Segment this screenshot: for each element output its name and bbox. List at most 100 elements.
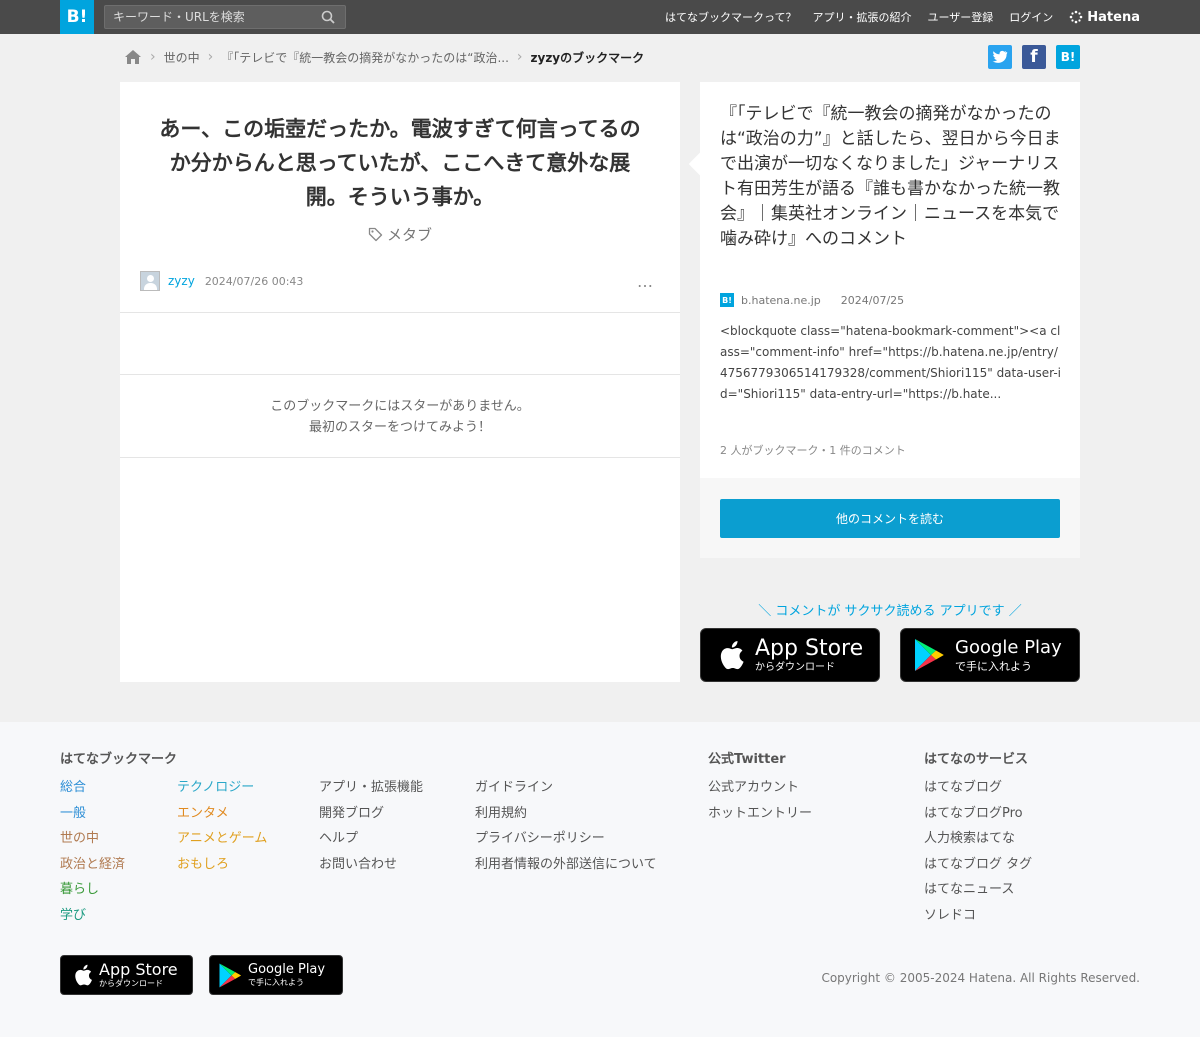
chevron-right-icon: › bbox=[150, 49, 156, 65]
app-store-title: App Store bbox=[99, 960, 178, 979]
nav-about[interactable]: はてなブックマークって？ bbox=[665, 9, 796, 25]
divider bbox=[120, 312, 680, 313]
breadcrumb-entry[interactable]: 『「テレビで『統一教会の摘発がなかったのは“政治... bbox=[221, 49, 509, 66]
breadcrumb: › 世の中 › 『「テレビで『統一教会の摘発がなかったのは“政治... › zy… bbox=[124, 45, 644, 69]
footer-link[interactable]: ソレドコ bbox=[924, 903, 1032, 929]
footer-category-link[interactable]: 学び bbox=[60, 903, 125, 929]
google-play-subtitle: で手に入れよう bbox=[248, 978, 304, 987]
breadcrumb-category[interactable]: 世の中 bbox=[164, 49, 200, 66]
avatar[interactable] bbox=[140, 271, 160, 291]
google-play-icon bbox=[219, 963, 241, 987]
breadcrumb-current: zyzyのブックマーク bbox=[530, 50, 645, 65]
hatena-dots-icon bbox=[1069, 10, 1083, 24]
app-store-subtitle: からダウンロード bbox=[99, 979, 163, 988]
apple-icon bbox=[75, 964, 92, 986]
divider bbox=[120, 457, 680, 458]
footer-link[interactable]: 利用規約 bbox=[475, 801, 657, 827]
footer-category-link[interactable]: 総合 bbox=[60, 775, 125, 801]
footer-link[interactable]: ホットエントリー bbox=[708, 801, 812, 827]
footer-link[interactable]: ガイドライン bbox=[475, 775, 657, 801]
google-play-badge[interactable]: Google Play で手に入れよう bbox=[900, 628, 1080, 682]
footer-bookmark-heading: はてなブックマーク bbox=[60, 752, 178, 767]
footer-category-link[interactable]: 世の中 bbox=[60, 826, 125, 852]
app-store-badge[interactable]: App Store からダウンロード bbox=[700, 628, 880, 682]
footer-category-link[interactable]: エンタメ bbox=[177, 801, 267, 827]
app-store-text: App Store からダウンロード bbox=[755, 635, 864, 673]
twitter-share-button[interactable] bbox=[988, 45, 1012, 69]
google-play-title: Google Play bbox=[248, 962, 326, 977]
footer-link[interactable]: プライバシーポリシー bbox=[475, 826, 657, 852]
google-play-text: Google Play で手に入れよう bbox=[955, 636, 1062, 672]
footer-link[interactable]: 開発ブログ bbox=[319, 801, 423, 827]
nav-register[interactable]: ユーザー登録 bbox=[928, 9, 994, 25]
header-nav: はてなブックマークって？ アプリ・拡張の紹介 ユーザー登録 ログイン Haten… bbox=[665, 0, 1140, 34]
search-input[interactable] bbox=[105, 6, 315, 28]
google-play-title: Google Play bbox=[955, 636, 1062, 658]
footer-link[interactable]: はてなブログ タグ bbox=[924, 852, 1032, 878]
search-icon[interactable] bbox=[321, 10, 335, 24]
divider bbox=[120, 374, 680, 375]
entry-site: B! b.hatena.ne.jp 2024/07/25 bbox=[720, 293, 904, 307]
footer-category-link[interactable]: 政治と経済 bbox=[60, 852, 125, 878]
footer-services-links: はてなブログ はてなブログPro 人力検索はてな はてなブログ タグ はてなニュ… bbox=[924, 775, 1032, 929]
bookmark-tag[interactable]: メタブ bbox=[120, 224, 680, 245]
app-store-title: App Store bbox=[755, 635, 864, 661]
more-menu-icon[interactable]: … bbox=[637, 272, 660, 291]
search-box bbox=[104, 5, 346, 29]
footer-category-link[interactable]: テクノロジー bbox=[177, 775, 267, 801]
apple-icon bbox=[720, 641, 744, 670]
footer-link[interactable]: お問い合わせ bbox=[319, 852, 423, 878]
top-bar: B! はてなブックマークって？ アプリ・拡張の紹介 ユーザー登録 ログイン Ha… bbox=[0, 0, 1200, 34]
nav-hatena[interactable]: Hatena bbox=[1069, 10, 1140, 25]
entry-count[interactable]: 2 人がブックマーク・1 件のコメント bbox=[720, 442, 906, 458]
google-play-icon bbox=[915, 639, 944, 671]
footer-link[interactable]: はてなブログ bbox=[924, 775, 1032, 801]
no-star-line: 最初のスターをつけてみよう！ bbox=[308, 420, 491, 435]
footer-twitter-heading: 公式Twitter bbox=[708, 752, 786, 767]
entry-date: 2024/07/25 bbox=[840, 293, 905, 307]
footer-category-link[interactable]: おもしろ bbox=[177, 852, 267, 878]
bookmark-meta: zyzy 2024/07/26 00:43 … bbox=[140, 270, 660, 292]
footer: はてなブックマーク 総合 一般 世の中 政治と経済 暮らし 学び テクノロジー エンタメ アニ… bbox=[0, 722, 1200, 1037]
app-store-text: App Store からダウンロード bbox=[99, 962, 178, 988]
entry-title[interactable]: 『「テレビで『統一教会の摘発がなかったのは“政治の力”』と話したら、翌日から今日… bbox=[720, 102, 1062, 252]
chevron-right-icon: › bbox=[207, 49, 214, 65]
footer-twitter-links: 公式アカウント ホットエントリー bbox=[708, 775, 812, 826]
app-store-subtitle: からダウンロード bbox=[755, 661, 835, 673]
footer-category-col2: テクノロジー エンタメ アニメとゲーム おもしろ bbox=[177, 775, 267, 877]
user-link[interactable]: zyzy bbox=[168, 274, 195, 288]
footer-category-link[interactable]: アニメとゲーム bbox=[177, 826, 267, 852]
bookmark-card: あー、この垢壺だったか。電波すぎて何言ってるのか分からんと思っていたが、ここへき… bbox=[120, 82, 680, 682]
chevron-right-icon: › bbox=[516, 49, 523, 65]
hatena-favicon-icon: B! bbox=[720, 293, 734, 307]
footer-link[interactable]: 利用者情報の外部送信について bbox=[475, 852, 657, 878]
footer-link[interactable]: ヘルプ bbox=[319, 826, 423, 852]
footer-link[interactable]: アプリ・拡張機能 bbox=[319, 775, 423, 801]
tag-icon bbox=[368, 227, 383, 242]
footer-category-link[interactable]: 一般 bbox=[60, 801, 125, 827]
twitter-icon bbox=[992, 50, 1008, 63]
facebook-share-button[interactable]: f bbox=[1022, 45, 1046, 69]
share-buttons: f B! bbox=[988, 45, 1080, 69]
hatena-bookmark-logo[interactable]: B! bbox=[60, 0, 94, 34]
home-icon[interactable] bbox=[124, 49, 142, 65]
footer-link[interactable]: はてなブログPro bbox=[924, 801, 1032, 827]
more-comments-box: 他のコメントを読む bbox=[700, 478, 1080, 558]
bookmark-comment: あー、この垢壺だったか。電波すぎて何言ってるのか分からんと思っていたが、ここへき… bbox=[159, 117, 641, 209]
nav-apps[interactable]: アプリ・拡張の紹介 bbox=[813, 9, 912, 25]
entry-site-link[interactable]: b.hatena.ne.jp bbox=[741, 294, 821, 307]
read-other-comments-button[interactable]: 他のコメントを読む bbox=[720, 499, 1060, 538]
no-star-message: このブックマークにはスターがありません。 最初のスターをつけてみよう！ bbox=[120, 396, 680, 438]
nav-login[interactable]: ログイン bbox=[1009, 9, 1053, 25]
footer-link[interactable]: 公式アカウント bbox=[708, 775, 812, 801]
bookmark-date[interactable]: 2024/07/26 00:43 bbox=[205, 275, 304, 288]
footer-category-link[interactable]: 暮らし bbox=[60, 877, 125, 903]
hatena-share-button[interactable]: B! bbox=[1056, 45, 1080, 69]
hatena-brand: Hatena bbox=[1087, 9, 1140, 25]
footer-link[interactable]: 人力検索はてな bbox=[924, 826, 1032, 852]
footer-category-col1: 総合 一般 世の中 政治と経済 暮らし 学び bbox=[60, 775, 125, 929]
footer-google-play-badge[interactable]: Google Play で手に入れよう bbox=[209, 955, 343, 995]
footer-links-col3: アプリ・拡張機能 開発ブログ ヘルプ お問い合わせ bbox=[319, 775, 423, 877]
footer-app-store-badge[interactable]: App Store からダウンロード bbox=[60, 955, 193, 995]
footer-link[interactable]: はてなニュース bbox=[924, 877, 1032, 903]
